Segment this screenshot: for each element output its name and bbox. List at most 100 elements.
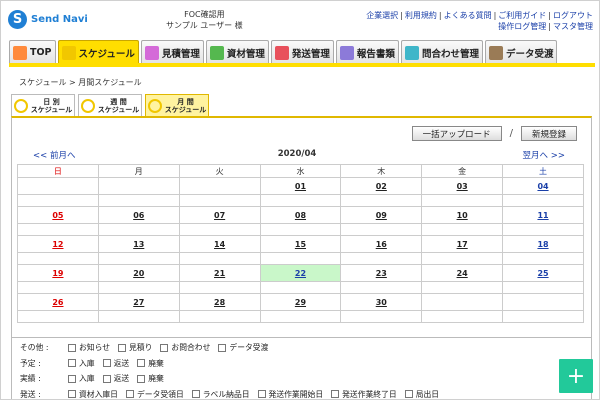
calendar-day-cell[interactable]: 01: [259, 177, 342, 195]
calendar-day-number[interactable]: 03: [457, 182, 468, 191]
calendar-day-number[interactable]: 24: [457, 269, 468, 278]
view-tab[interactable]: 日 別スケジュール: [11, 94, 75, 116]
calendar-day-cell[interactable]: 10: [421, 206, 504, 224]
calendar-day-number[interactable]: 23: [376, 269, 387, 278]
calendar-day-cell[interactable]: 29: [259, 293, 342, 311]
checkbox-box[interactable]: [331, 390, 340, 399]
calendar-day-number[interactable]: 15: [295, 240, 306, 249]
calendar-day-number[interactable]: 28: [214, 298, 225, 307]
calendar-day-cell[interactable]: 20: [97, 264, 180, 282]
filter-checkbox[interactable]: 発送作業開始日: [257, 387, 323, 400]
filter-checkbox[interactable]: 返送: [102, 356, 129, 372]
bulk-upload-button[interactable]: 一括アップロード: [411, 126, 502, 141]
checkbox-box[interactable]: [68, 359, 76, 368]
calendar-day-cell[interactable]: 28: [178, 293, 261, 311]
filter-checkbox[interactable]: 発送作業終了日: [331, 387, 397, 400]
filter-checkbox[interactable]: 見積り: [118, 340, 152, 356]
checkbox-box[interactable]: [68, 374, 76, 383]
calendar-day-number[interactable]: 01: [295, 182, 306, 191]
calendar-day-cell[interactable]: 07: [178, 206, 261, 224]
filter-checkbox[interactable]: 入庫: [68, 356, 95, 372]
calendar-day-number[interactable]: 18: [537, 240, 548, 249]
calendar-day-cell[interactable]: 09: [340, 206, 423, 224]
checkbox-box[interactable]: [257, 390, 266, 399]
calendar-day-number[interactable]: 29: [295, 298, 306, 307]
top-link[interactable]: 操作ログ管理: [498, 22, 546, 31]
checkbox-box[interactable]: [160, 343, 169, 352]
calendar-day-number[interactable]: 02: [376, 182, 387, 191]
filter-checkbox[interactable]: 返送: [102, 371, 129, 387]
top-link[interactable]: ご利用ガイド: [498, 11, 546, 20]
calendar-day-number[interactable]: 14: [214, 240, 225, 249]
calendar-day-cell[interactable]: 16: [340, 235, 423, 253]
calendar-day-number[interactable]: 12: [52, 240, 63, 249]
checkbox-box[interactable]: [137, 374, 146, 383]
send-navi-logo[interactable]: S Send Navi: [8, 10, 88, 29]
filter-checkbox[interactable]: データ受領日: [125, 387, 184, 400]
calendar-day-cell[interactable]: 04: [502, 177, 584, 195]
tab-item[interactable]: TOP: [9, 40, 56, 64]
calendar-day-cell[interactable]: 08: [259, 206, 342, 224]
filter-checkbox[interactable]: 局出日: [404, 387, 439, 400]
view-tab[interactable]: 月 間スケジュール: [145, 94, 209, 116]
calendar-day-number[interactable]: 08: [295, 211, 306, 220]
tab-item[interactable]: スケジュール: [57, 40, 139, 64]
calendar-day-number[interactable]: 20: [133, 269, 144, 278]
calendar-day-number[interactable]: 27: [133, 298, 144, 307]
calendar-day-number[interactable]: 13: [133, 240, 144, 249]
calendar-day-number[interactable]: 11: [537, 211, 548, 220]
calendar-day-cell[interactable]: 30: [340, 293, 423, 311]
calendar-day-cell[interactable]: 14: [178, 235, 261, 253]
tab-item[interactable]: 資材管理: [205, 40, 269, 64]
next-month-link[interactable]: 翌月へ >>: [523, 149, 565, 161]
filter-checkbox[interactable]: お知らせ: [68, 340, 110, 356]
checkbox-box[interactable]: [102, 374, 111, 383]
calendar-day-cell[interactable]: 21: [178, 264, 261, 282]
calendar-day-cell[interactable]: 12: [17, 235, 99, 253]
add-fab-button[interactable]: +: [559, 359, 593, 393]
tab-item[interactable]: 報告書類: [335, 40, 399, 64]
top-link[interactable]: マスタ管理: [553, 22, 593, 31]
checkbox-box[interactable]: [404, 390, 413, 399]
calendar-day-cell[interactable]: 13: [97, 235, 180, 253]
checkbox-box[interactable]: [137, 359, 146, 368]
calendar-day-cell[interactable]: 19: [17, 264, 99, 282]
calendar-day-cell[interactable]: 25: [502, 264, 584, 282]
calendar-day-number[interactable]: 05: [52, 211, 63, 220]
filter-checkbox[interactable]: ラベル納品日: [191, 387, 250, 400]
calendar-day-cell[interactable]: 18: [502, 235, 584, 253]
calendar-day-number[interactable]: 30: [376, 298, 387, 307]
filter-checkbox[interactable]: お問合わせ: [160, 340, 210, 356]
calendar-day-cell[interactable]: 24: [421, 264, 504, 282]
filter-checkbox[interactable]: 入庫: [68, 371, 95, 387]
calendar-day-cell[interactable]: 17: [421, 235, 504, 253]
calendar-day-number[interactable]: 17: [457, 240, 468, 249]
top-link[interactable]: ログアウト: [553, 11, 593, 20]
checkbox-box[interactable]: [218, 343, 227, 352]
calendar-day-cell[interactable]: 03: [421, 177, 504, 195]
checkbox-box[interactable]: [68, 343, 76, 352]
calendar-day-number[interactable]: 04: [537, 182, 548, 191]
view-tab[interactable]: 週 間スケジュール: [78, 94, 142, 116]
checkbox-box[interactable]: [68, 390, 76, 399]
calendar-day-number[interactable]: 10: [457, 211, 468, 220]
tab-item[interactable]: データ受渡: [484, 40, 558, 64]
checkbox-box[interactable]: [102, 359, 111, 368]
calendar-day-cell[interactable]: 05: [17, 206, 99, 224]
calendar-day-cell[interactable]: 22: [259, 264, 342, 282]
calendar-day-number[interactable]: 21: [214, 269, 225, 278]
calendar-day-cell[interactable]: 27: [97, 293, 180, 311]
calendar-day-number[interactable]: 09: [376, 211, 387, 220]
checkbox-box[interactable]: [118, 343, 127, 352]
calendar-day-cell[interactable]: 11: [502, 206, 584, 224]
calendar-day-number[interactable]: 06: [133, 211, 144, 220]
top-link[interactable]: よくある質問: [444, 11, 492, 20]
checkbox-box[interactable]: [125, 390, 134, 399]
calendar-day-number[interactable]: 07: [214, 211, 225, 220]
filter-checkbox[interactable]: 廃棄: [137, 371, 164, 387]
calendar-day-cell[interactable]: 02: [340, 177, 423, 195]
calendar-day-cell[interactable]: 15: [259, 235, 342, 253]
calendar-day-number[interactable]: 19: [52, 269, 63, 278]
top-link[interactable]: 利用規約: [405, 11, 437, 20]
calendar-day-cell[interactable]: 06: [97, 206, 180, 224]
